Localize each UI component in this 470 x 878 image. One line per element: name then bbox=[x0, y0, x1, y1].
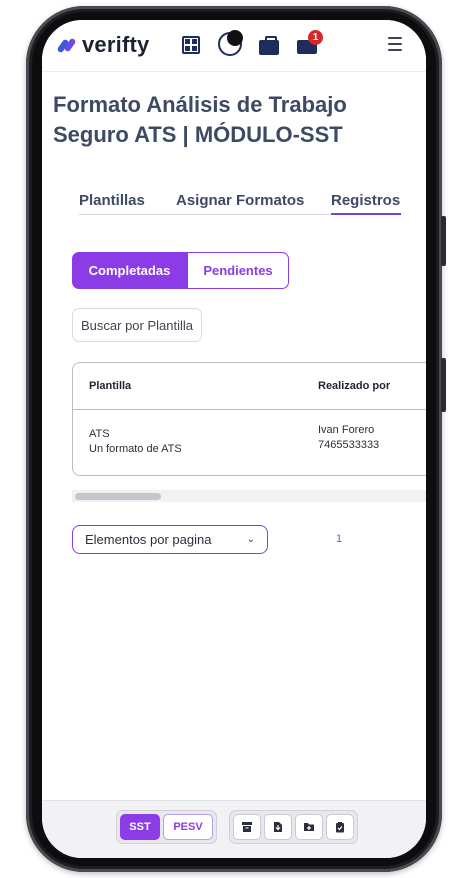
hamburger-menu-icon[interactable] bbox=[388, 37, 402, 51]
side-button bbox=[441, 216, 446, 266]
clipboard-check-button[interactable] bbox=[326, 814, 354, 840]
folder-add-button[interactable] bbox=[295, 814, 323, 840]
chat-icon[interactable] bbox=[216, 30, 244, 58]
page-number[interactable]: 1 bbox=[336, 533, 342, 545]
page-title-line1: Formato Análisis de Trabajo bbox=[53, 92, 347, 117]
notification-badge: 1 bbox=[308, 30, 323, 45]
side-button bbox=[441, 358, 446, 412]
app-header: verifty 1 bbox=[42, 20, 426, 72]
user-name: Ivan Forero bbox=[318, 424, 375, 436]
tab-bar: Plantillas Asignar Formatos Registros bbox=[70, 192, 426, 216]
archive-icon bbox=[242, 822, 252, 832]
app-screen: verifty 1 Formato Análisis de Trabajo Se… bbox=[42, 20, 426, 858]
page-title: Formato Análisis de Trabajo Seguro ATS |… bbox=[53, 90, 413, 150]
pesv-module-button[interactable]: PESV bbox=[163, 814, 213, 840]
user-id: 7465533333 bbox=[318, 439, 380, 451]
module-switcher: SST PESV bbox=[116, 810, 217, 844]
tab-registros[interactable]: Registros bbox=[331, 192, 400, 209]
logo-mark-icon bbox=[56, 37, 78, 54]
items-per-page-select[interactable]: Elementos por pagina ⌄ bbox=[72, 525, 268, 554]
tab-active-indicator bbox=[331, 213, 401, 215]
briefcase-icon[interactable] bbox=[258, 34, 280, 56]
grid-icon[interactable] bbox=[180, 34, 202, 56]
completadas-button[interactable]: Completadas bbox=[72, 252, 187, 289]
table-row[interactable]: ATS Un formato de ATS Ivan Forero 746553… bbox=[73, 411, 426, 475]
tab-asignar-formatos[interactable]: Asignar Formatos bbox=[176, 192, 304, 209]
verifty-logo[interactable]: verifty bbox=[56, 32, 150, 58]
page-title-line2: Seguro ATS | MÓDULO-SST bbox=[53, 122, 343, 147]
camera-notch bbox=[227, 30, 243, 46]
folder-add-icon bbox=[304, 823, 314, 831]
pendientes-button[interactable]: Pendientes bbox=[187, 252, 289, 289]
records-table: Plantilla Realizado por ATS Un formato d… bbox=[72, 362, 426, 476]
scrollbar-thumb[interactable] bbox=[75, 493, 161, 500]
template-description: Un formato de ATS bbox=[89, 443, 182, 455]
column-header-realizado-por: Realizado por bbox=[318, 380, 391, 392]
search-input[interactable] bbox=[72, 308, 202, 342]
table-header: Plantilla Realizado por bbox=[73, 363, 426, 410]
logo-text: verifty bbox=[82, 32, 150, 57]
status-toggle: Completadas Pendientes bbox=[72, 252, 289, 289]
download-icon bbox=[274, 822, 282, 832]
clipboard-check-icon bbox=[336, 822, 344, 833]
tab-plantillas[interactable]: Plantillas bbox=[79, 192, 145, 209]
action-buttons bbox=[229, 810, 358, 844]
download-button[interactable] bbox=[264, 814, 292, 840]
sst-module-button[interactable]: SST bbox=[120, 814, 160, 840]
chevron-down-icon: ⌄ bbox=[246, 534, 255, 545]
template-name: ATS bbox=[89, 428, 110, 440]
items-per-page-label: Elementos por pagina bbox=[85, 532, 212, 547]
archive-button[interactable] bbox=[233, 814, 261, 840]
column-header-plantilla: Plantilla bbox=[89, 380, 132, 392]
